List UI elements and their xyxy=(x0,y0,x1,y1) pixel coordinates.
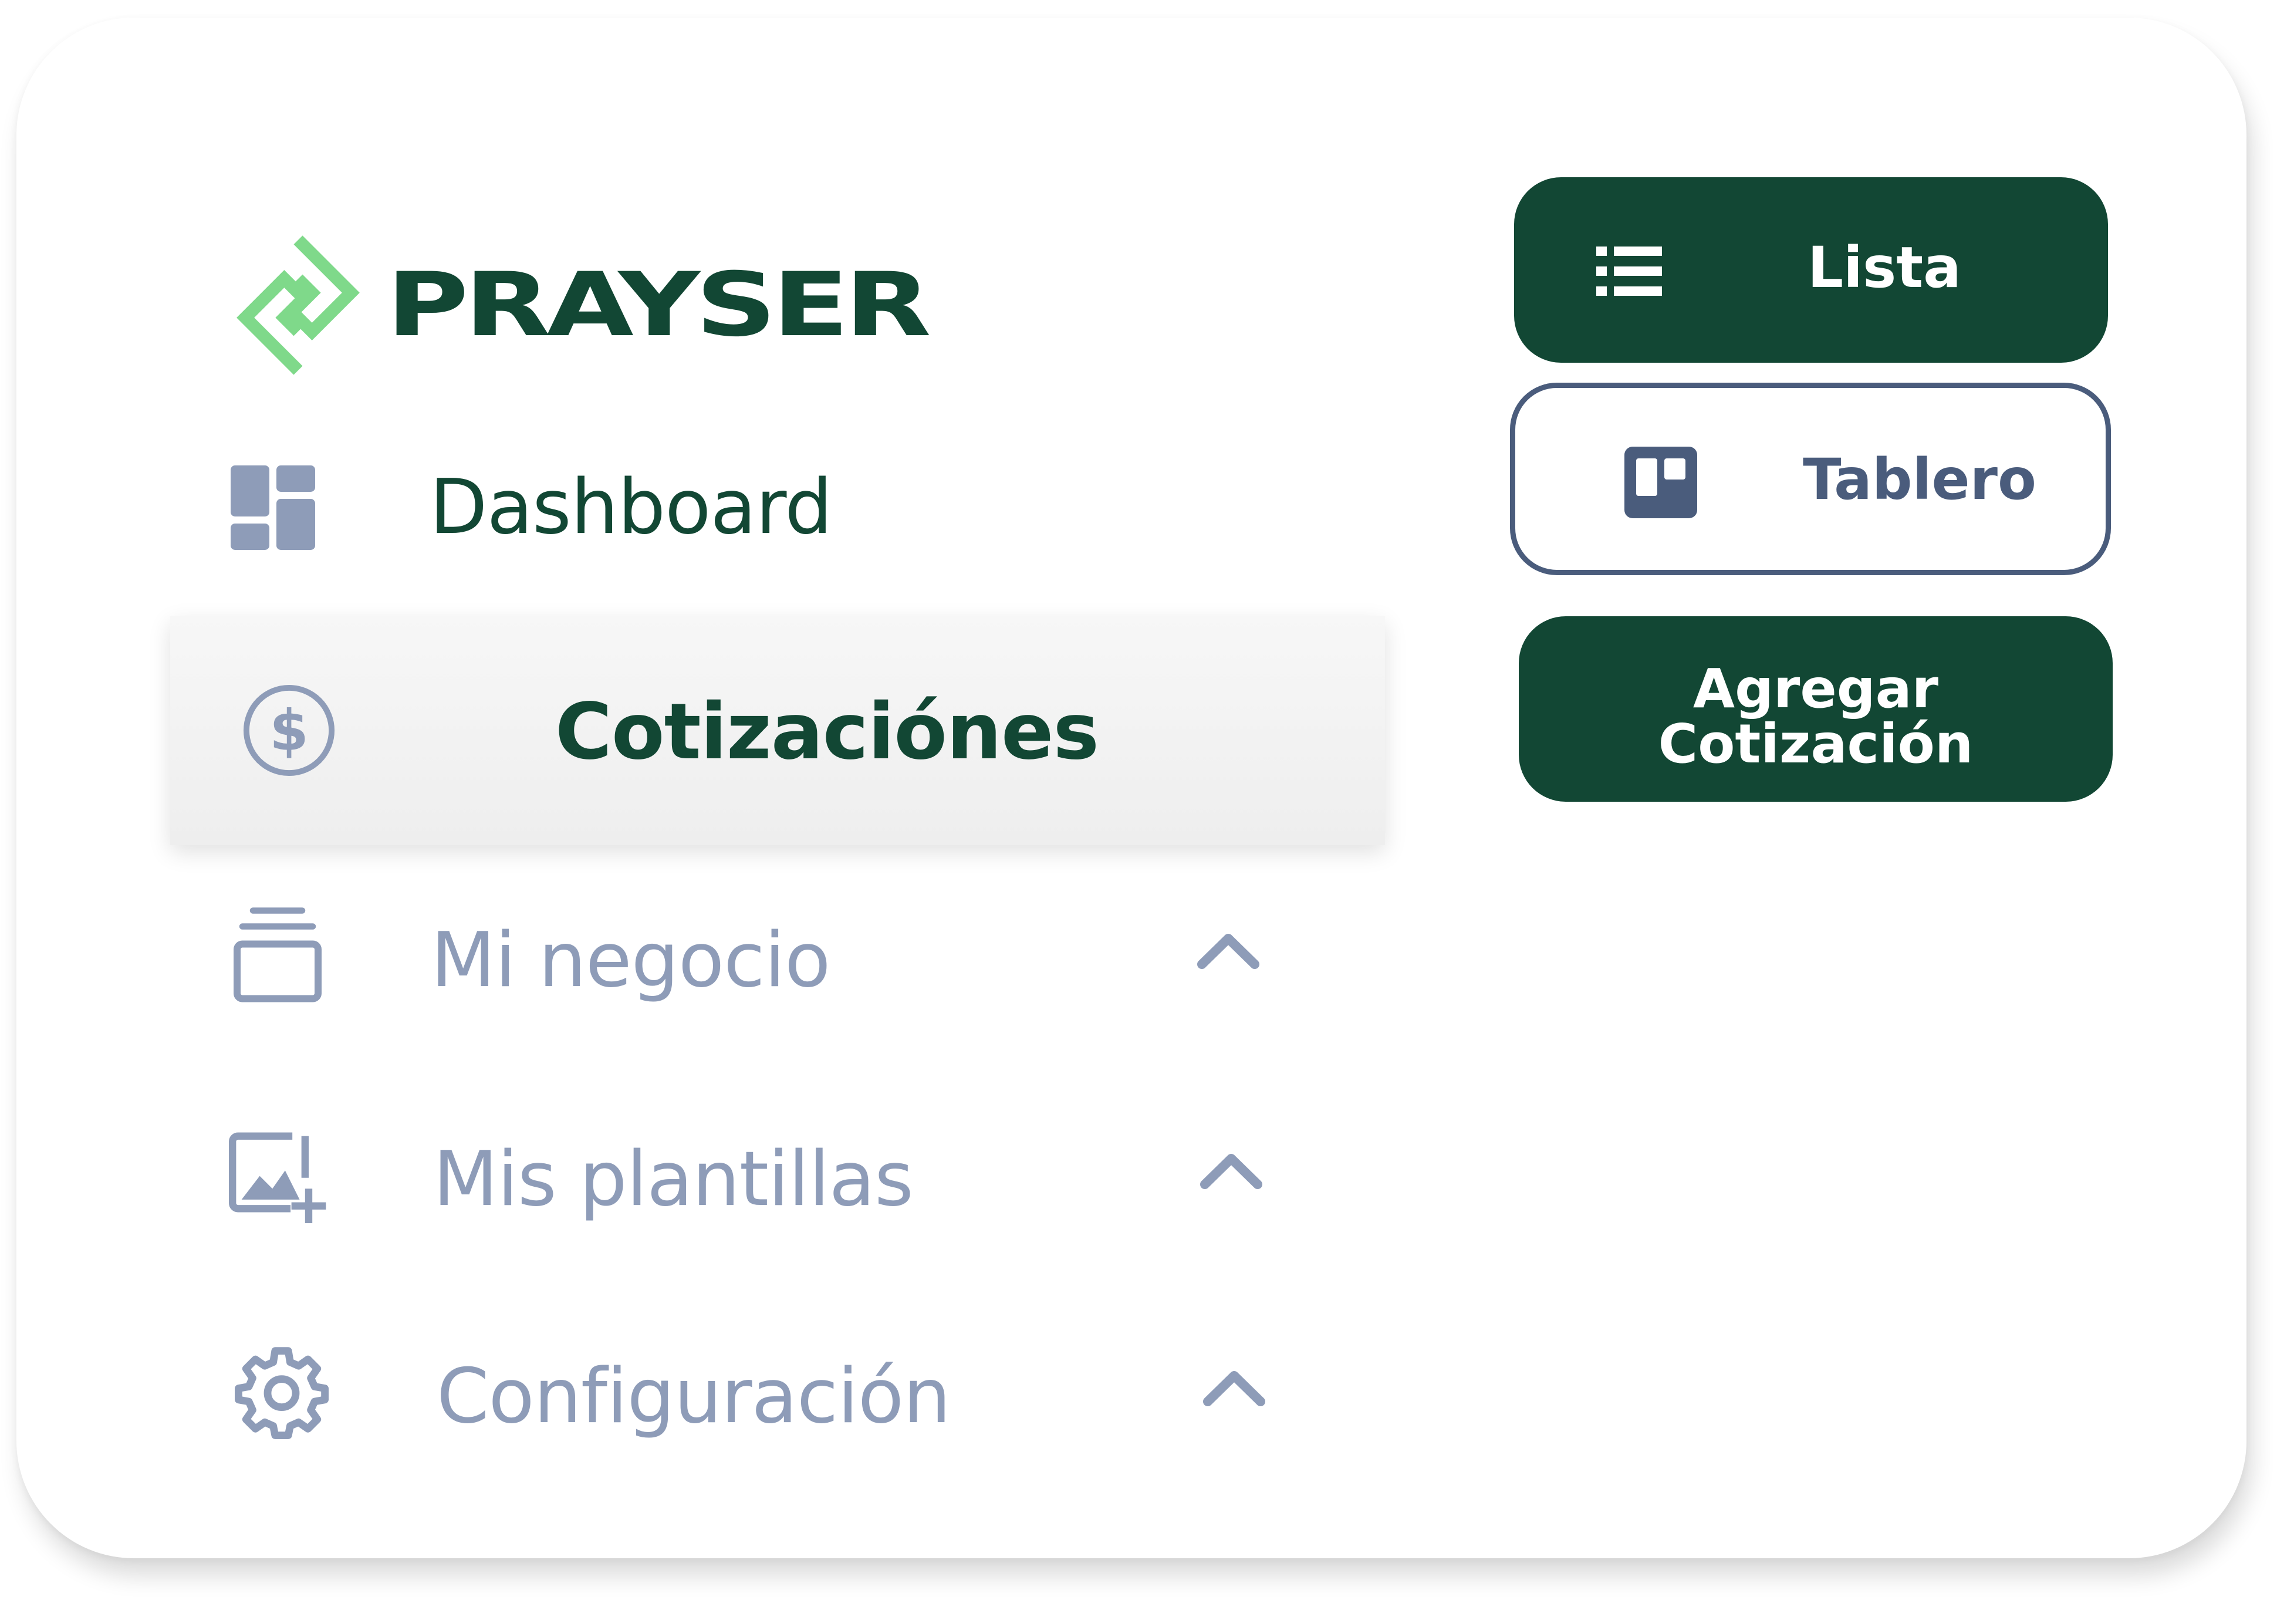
sidebar-card: PRAYSER Dashboard $ Cotizaciónes Mi nego… xyxy=(16,18,2246,1558)
chevron-up-icon[interactable] xyxy=(1202,1368,1266,1409)
add-quote-label-line2: Cotización xyxy=(1658,713,1974,775)
sidebar-item-cotizaciones[interactable]: $ Cotizaciónes xyxy=(170,616,1385,845)
add-quote-button[interactable]: Agregar Cotización xyxy=(1519,616,2113,802)
dashboard-grid-icon xyxy=(231,465,315,550)
board-view-button[interactable]: Tablero xyxy=(1510,383,2111,575)
page: PRAYSER Dashboard $ Cotizaciónes Mi nego… xyxy=(0,0,2277,1624)
board-view-label: Tablero xyxy=(1803,447,2036,512)
sidebar-item-label: Mis plantillas xyxy=(433,1136,914,1223)
list-icon xyxy=(1596,247,1662,296)
sidebar-item-label: Configuración xyxy=(437,1353,951,1440)
brand-logo: PRAYSER xyxy=(228,229,931,381)
add-quote-label-line1: Agregar xyxy=(1692,657,1939,720)
board-icon xyxy=(1624,447,1697,518)
list-view-label: Lista xyxy=(1808,235,1961,301)
svg-text:$: $ xyxy=(269,698,309,764)
image-add-icon xyxy=(229,1132,326,1223)
gear-icon xyxy=(235,1347,329,1439)
sidebar-item-label: Mi negocio xyxy=(431,917,830,1004)
chevron-up-icon[interactable] xyxy=(1199,1150,1264,1191)
dollar-circle-icon: $ xyxy=(243,684,335,776)
layers-stack-icon xyxy=(234,907,322,1002)
prayser-logo-icon xyxy=(237,235,360,375)
sidebar-item-label: Dashboard xyxy=(430,464,832,551)
sidebar-item-label: Cotizaciónes xyxy=(555,687,1099,777)
list-view-button[interactable]: Lista xyxy=(1514,177,2108,363)
brand-name: PRAYSER xyxy=(386,254,931,356)
chevron-up-icon[interactable] xyxy=(1196,930,1261,971)
